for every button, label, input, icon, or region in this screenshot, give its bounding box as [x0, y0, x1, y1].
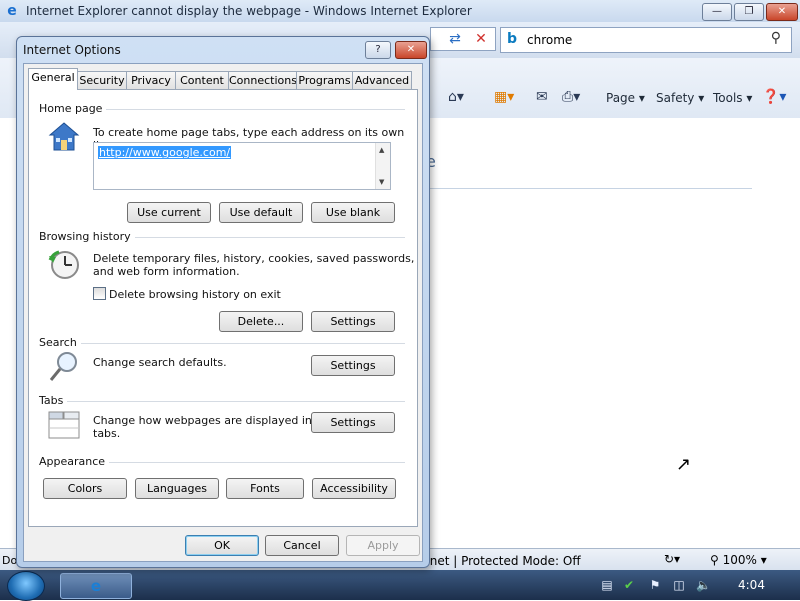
search-magnifier-icon	[47, 350, 81, 384]
security-zone-text: rnet | Protected Mode: Off	[425, 554, 581, 568]
tray-document-icon[interactable]: ▤	[600, 578, 614, 592]
home-page-group-label: Home page	[39, 102, 107, 115]
bing-icon: b	[507, 31, 518, 47]
home-page-url-text: http://www.google.com/	[98, 146, 232, 159]
tab-programs[interactable]: Programs	[296, 71, 353, 89]
tabs-settings-button[interactable]: Settings	[311, 412, 395, 433]
url-field-scrollbar[interactable]: ▲ ▼	[375, 143, 390, 189]
tabs-description-line2: tabs.	[93, 427, 121, 440]
browsing-history-group-label: Browsing history	[39, 230, 135, 243]
tab-advanced[interactable]: Advanced	[352, 71, 412, 89]
use-blank-button[interactable]: Use blank	[311, 202, 395, 223]
protected-mode-icon[interactable]: ↻▾	[664, 552, 680, 566]
tray-volume-icon[interactable]: 🔈	[696, 578, 711, 592]
search-rule	[39, 343, 405, 344]
use-default-button[interactable]: Use default	[219, 202, 303, 223]
ie-title-bar: e Internet Explorer cannot display the w…	[0, 0, 800, 23]
scroll-up-icon[interactable]: ▲	[379, 146, 384, 154]
dialog-title: Internet Options	[23, 43, 121, 57]
search-settings-button[interactable]: Settings	[311, 355, 395, 376]
search-description: Change search defaults.	[93, 356, 227, 369]
taskbar-ie-button[interactable]: e	[60, 573, 132, 599]
colors-button[interactable]: Colors	[43, 478, 127, 499]
taskbar: e ▤ ✔ ⚑ ◫ 🔈 4:04	[0, 570, 800, 601]
scroll-down-icon[interactable]: ▼	[379, 178, 384, 186]
tab-privacy[interactable]: Privacy	[126, 71, 176, 89]
use-current-button[interactable]: Use current	[127, 202, 211, 223]
tabs-icon	[47, 408, 81, 442]
help-icon[interactable]: ❓▾	[762, 89, 786, 105]
tab-content[interactable]: Content	[175, 71, 229, 89]
search-group-label: Search	[39, 336, 81, 349]
print-icon[interactable]: ⎙▾	[562, 89, 580, 105]
taskbar-clock: 4:04	[738, 578, 765, 592]
tools-menu[interactable]: Tools ▾	[713, 91, 752, 105]
minimize-button[interactable]: —	[702, 3, 732, 21]
page-menu[interactable]: Page ▾	[606, 91, 645, 105]
tabs-rule	[39, 401, 405, 402]
tray-security-icon[interactable]: ✔	[622, 578, 636, 592]
home-page-icon	[47, 120, 81, 154]
apply-button[interactable]: Apply	[346, 535, 420, 556]
maximize-button[interactable]: ❐	[734, 3, 764, 21]
tray-network-icon[interactable]: ◫	[672, 578, 686, 592]
status-text: Do	[2, 554, 18, 567]
feeds-icon[interactable]: ▦▾	[494, 89, 514, 105]
delete-on-exit-label[interactable]: Delete browsing history on exit	[109, 288, 281, 301]
home-page-url-field[interactable]: http://www.google.com/ ▲ ▼	[93, 142, 391, 190]
internet-options-dialog: Internet Options ? ✕ General Security Pr…	[16, 36, 430, 568]
general-tab-panel: Home page To create home page tabs, type…	[28, 89, 418, 527]
fonts-button[interactable]: Fonts	[226, 478, 304, 499]
window-title: Internet Explorer cannot display the web…	[26, 4, 472, 18]
mail-icon[interactable]: ✉	[536, 89, 548, 105]
delete-on-exit-checkbox[interactable]	[93, 287, 106, 300]
cancel-button[interactable]: Cancel	[265, 535, 339, 556]
dialog-body: General Security Privacy Content Connect…	[23, 63, 423, 562]
tray-flag-icon[interactable]: ⚑	[648, 578, 662, 592]
zoom-control[interactable]: ⚲ 100% ▾	[710, 553, 767, 567]
search-icon[interactable]: ⚲	[771, 30, 781, 46]
search-input[interactable]: b chrome ⚲	[500, 27, 792, 53]
browsing-history-description-line1: Delete temporary files, history, cookies…	[93, 252, 415, 265]
ok-button[interactable]: OK	[185, 535, 259, 556]
home-icon[interactable]: ⌂▾	[448, 89, 464, 105]
tab-connections[interactable]: Connections	[228, 71, 297, 89]
tab-security[interactable]: Security	[77, 71, 127, 89]
history-settings-button[interactable]: Settings	[311, 311, 395, 332]
tabs-group-label: Tabs	[39, 394, 68, 407]
ie-logo-icon: e	[7, 3, 17, 19]
refresh-icon[interactable]: ⇄	[446, 30, 464, 48]
delete-history-button[interactable]: Delete...	[219, 311, 303, 332]
tabs-description-line1: Change how webpages are displayed in	[93, 414, 312, 427]
browsing-history-description-line2: and web form information.	[93, 265, 240, 278]
languages-button[interactable]: Languages	[135, 478, 219, 499]
search-text: chrome	[527, 33, 573, 47]
close-window-button[interactable]: ✕	[766, 3, 798, 21]
page-divider	[430, 188, 752, 189]
help-button[interactable]: ?	[365, 41, 391, 59]
history-clock-icon	[47, 248, 81, 282]
dialog-close-button[interactable]: ✕	[395, 41, 427, 59]
stop-icon[interactable]: ✕	[472, 30, 490, 48]
tab-general[interactable]: General	[28, 68, 78, 90]
start-button[interactable]	[7, 571, 45, 601]
accessibility-button[interactable]: Accessibility	[312, 478, 396, 499]
appearance-group-label: Appearance	[39, 455, 110, 468]
safety-menu[interactable]: Safety ▾	[656, 91, 704, 105]
mouse-pointer-icon: ↗	[676, 454, 692, 475]
